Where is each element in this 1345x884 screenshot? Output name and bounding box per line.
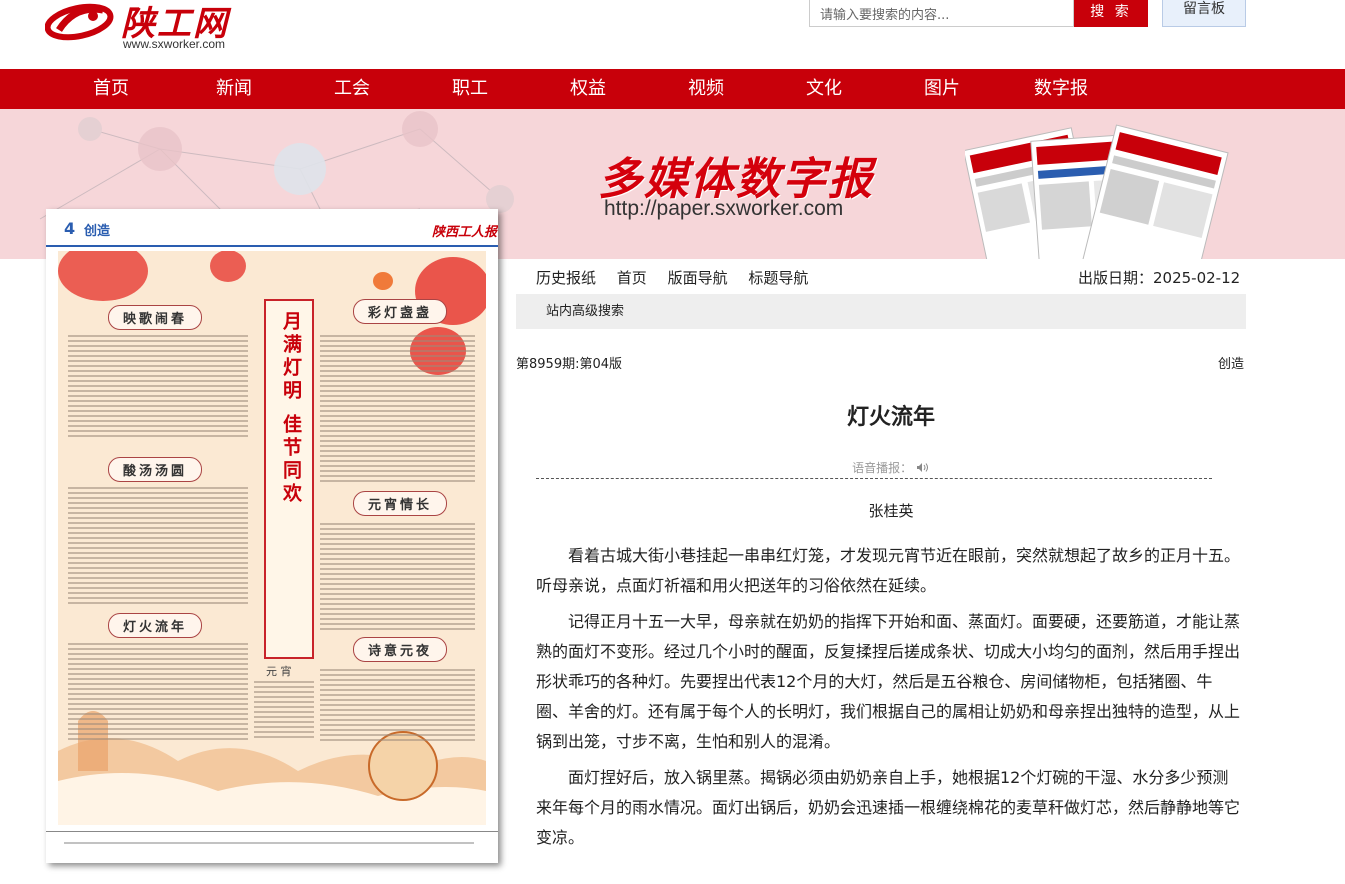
paper-article-title-1[interactable]: 映歌闹春 xyxy=(108,305,203,330)
paper-text-block xyxy=(320,669,475,744)
publish-date: 出版日期：2025-02-12 xyxy=(1078,269,1241,287)
site-header: 陕工网 www.sxworker.com 请输入要搜索的内容... 搜 索 留言… xyxy=(0,0,1345,69)
paper-header: 4 创造 陕西工人报 xyxy=(46,209,498,247)
banner-url[interactable]: http://paper.sxworker.com xyxy=(604,197,843,221)
paper-article-title-3[interactable]: 酸汤汤圆 xyxy=(108,457,203,482)
paper-text-block xyxy=(320,523,475,633)
nav-item-digital-paper[interactable]: 数字报 xyxy=(1034,69,1088,109)
speaker-icon[interactable] xyxy=(916,462,930,473)
voice-broadcast[interactable]: 语音播报： xyxy=(536,459,1246,476)
paper-text-block xyxy=(254,681,314,741)
paper-page-number: 4 xyxy=(64,219,76,238)
article-paragraph: 面灯捏好后，放入锅里蒸。揭锅必须由奶奶亲自上手，她根据12个灯碗的干湿、水分多少… xyxy=(536,768,1241,847)
logo-url: www.sxworker.com xyxy=(123,37,226,51)
nav-item-union[interactable]: 工会 xyxy=(334,69,370,109)
article-paragraph: 记得正月十五一大早，母亲就在奶奶的指挥下开始和面、蒸面灯。面要硬，还要筋道，才能… xyxy=(536,612,1241,751)
nav-item-home[interactable]: 首页 xyxy=(93,69,129,109)
logo-mark-icon xyxy=(45,3,114,41)
paper-section-name: 创造 xyxy=(84,224,111,239)
main-nav: 首页 新闻 工会 职工 权益 视频 文化 图片 数字报 xyxy=(0,69,1345,109)
divider xyxy=(536,478,1212,479)
site-logo[interactable]: 陕工网 www.sxworker.com xyxy=(45,0,235,58)
message-board-button[interactable]: 留言板 xyxy=(1162,0,1246,27)
search-button[interactable]: 搜 索 xyxy=(1074,0,1148,27)
search-input[interactable]: 请输入要搜索的内容... xyxy=(809,0,1074,27)
subnav-history[interactable]: 历史报纸 xyxy=(536,269,596,287)
subnav-page-nav[interactable]: 版面导航 xyxy=(668,269,728,287)
nav-item-rights[interactable]: 权益 xyxy=(570,69,606,109)
newspaper-page-thumbnail[interactable]: 4 创造 陕西工人报 映歌闹春 彩灯盏盏 酸汤汤圆 元宵情长 灯火流年 诗意元夜… xyxy=(46,209,498,863)
paper-caption: 元 宵 xyxy=(266,665,292,678)
article-author: 张桂英 xyxy=(868,502,914,520)
sub-nav: 历史报纸 首页 版面导航 标题导航 xyxy=(536,267,824,289)
nav-item-culture[interactable]: 文化 xyxy=(806,69,842,109)
newspaper-stack-icon xyxy=(965,124,1229,259)
section-name: 创造 xyxy=(1218,357,1245,372)
paper-brand: 陕西工人报 xyxy=(432,225,498,240)
paper-article-title-4[interactable]: 元宵情长 xyxy=(353,491,448,516)
paper-article-title-5[interactable]: 灯火流年 xyxy=(108,613,203,638)
paper-text-block xyxy=(68,643,248,743)
paper-footer xyxy=(46,831,498,861)
paper-feature-title: 月满灯明 佳节同欢 xyxy=(264,299,314,659)
article-body: 看着古城大街小巷挂起一串串红灯笼，才发现元宵节近在眼前，突然就想起了故乡的正月十… xyxy=(536,541,1242,859)
paper-article-title-6[interactable]: 诗意元夜 xyxy=(353,637,448,662)
paper-text-block xyxy=(320,335,475,485)
nav-item-video[interactable]: 视频 xyxy=(688,69,724,109)
nav-item-news[interactable]: 新闻 xyxy=(216,69,252,109)
subnav-title-nav[interactable]: 标题导航 xyxy=(748,269,808,287)
article-paragraph: 看着古城大街小巷挂起一串串红灯笼，才发现元宵节近在眼前，突然就想起了故乡的正月十… xyxy=(536,546,1241,595)
nav-item-workers[interactable]: 职工 xyxy=(452,69,488,109)
nav-item-pictures[interactable]: 图片 xyxy=(924,69,960,109)
voice-broadcast-label: 语音播报： xyxy=(852,461,913,475)
paper-article-title-2[interactable]: 彩灯盏盏 xyxy=(353,299,448,324)
paper-text-block xyxy=(68,335,248,440)
subnav-home[interactable]: 首页 xyxy=(617,269,647,287)
issue-info: 第8959期:第04版 xyxy=(516,357,623,372)
advanced-search-link[interactable]: 站内高级搜索 xyxy=(516,294,1246,329)
article-title: 灯火流年 xyxy=(846,405,935,430)
paper-text-block xyxy=(68,487,248,607)
paper-body: 映歌闹春 彩灯盏盏 酸汤汤圆 元宵情长 灯火流年 诗意元夜 月满灯明 佳节同欢 … xyxy=(58,251,486,825)
